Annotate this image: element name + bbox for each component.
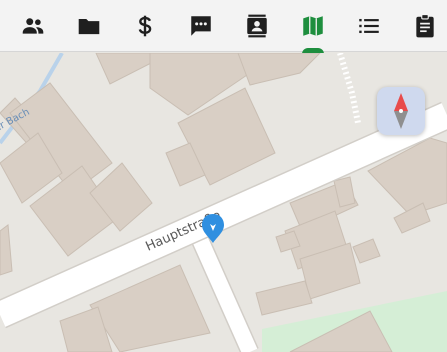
tab-clipboard[interactable] (405, 0, 445, 52)
chat-icon (191, 16, 211, 36)
tab-money[interactable] (125, 0, 165, 52)
dollar-icon (138, 15, 152, 37)
map-icon (303, 16, 323, 36)
compass-button[interactable] (377, 87, 425, 135)
people-icon (22, 18, 44, 34)
tab-list[interactable] (349, 0, 389, 52)
clipboard-icon (416, 14, 434, 38)
tab-contacts[interactable] (237, 0, 277, 52)
top-toolbar (0, 0, 447, 54)
list-icon (359, 18, 379, 34)
folder-icon (78, 18, 100, 35)
tab-map[interactable] (293, 0, 333, 54)
tab-people[interactable] (13, 0, 53, 52)
tab-files[interactable] (69, 0, 109, 52)
contact-card-icon (247, 14, 267, 38)
compass-icon (394, 93, 408, 129)
map-view[interactable]: Hauptstraße ler Bach (0, 53, 447, 352)
tab-chat[interactable] (181, 0, 221, 52)
